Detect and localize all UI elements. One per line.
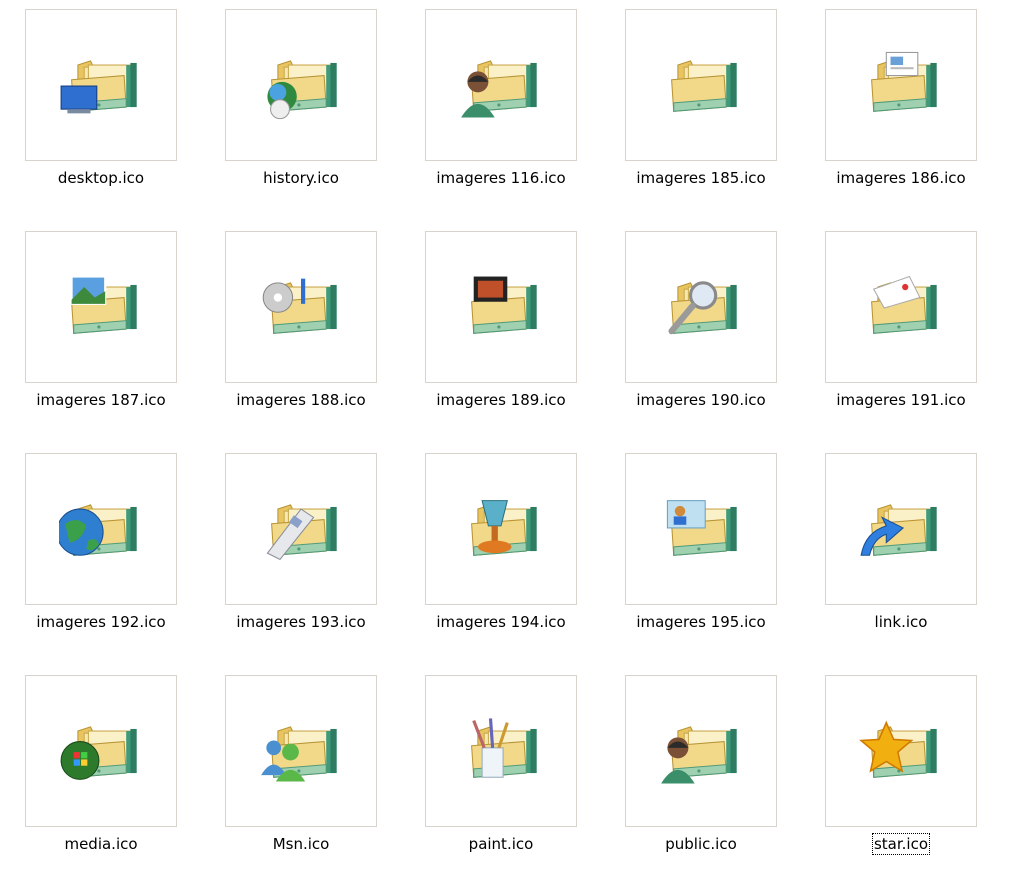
file-name-text: imageres 186.ico [836,169,966,187]
file-thumbnail[interactable] [425,453,577,605]
file-name-text: desktop.ico [57,169,145,187]
file-item[interactable]: imageres 191.ico [825,231,985,411]
file-thumbnail[interactable] [225,231,377,383]
file-name-text: imageres 194.ico [436,613,566,631]
file-item[interactable]: imageres 188.ico [225,231,385,411]
file-item[interactable]: history.ico [225,9,385,189]
file-name-text: imageres 188.ico [236,391,366,409]
file-thumbnail[interactable] [625,231,777,383]
file-item[interactable]: imageres 187.ico [25,231,185,411]
file-name-text: link.ico [874,613,928,631]
file-name-label: imageres 191.ico [810,391,992,409]
file-item[interactable]: paint.ico [425,675,585,855]
file-name-text: imageres 116.ico [436,169,566,187]
file-item[interactable]: public.ico [625,675,785,855]
file-name-text: imageres 190.ico [636,391,766,409]
file-item[interactable]: desktop.ico [25,9,185,189]
file-name-label: imageres 187.ico [10,391,192,409]
file-thumbnail[interactable] [25,9,177,161]
file-name-label: imageres 188.ico [210,391,392,409]
file-name-label: history.ico [210,169,392,187]
file-thumbnail[interactable] [625,453,777,605]
file-name-text: paint.ico [468,835,534,853]
file-thumbnail[interactable] [825,231,977,383]
file-item[interactable]: link.ico [825,453,985,633]
file-name-text: imageres 193.ico [236,613,366,631]
file-item[interactable]: imageres 116.ico [425,9,585,189]
file-name-label: public.ico [610,835,792,853]
file-thumbnail[interactable] [425,231,577,383]
file-name-label: imageres 185.ico [610,169,792,187]
file-name-label: imageres 116.ico [410,169,592,187]
file-item[interactable]: imageres 194.ico [425,453,585,633]
file-name-text: imageres 192.ico [36,613,166,631]
file-name-label: paint.ico [410,835,592,853]
file-name-text: Msn.ico [272,835,330,853]
file-item[interactable]: star.ico [825,675,985,855]
file-thumbnail[interactable] [225,9,377,161]
file-item[interactable]: media.ico [25,675,185,855]
file-item[interactable]: imageres 193.ico [225,453,385,633]
file-thumbnail[interactable] [825,453,977,605]
file-name-text: imageres 185.ico [636,169,766,187]
file-name-label: desktop.ico [10,169,192,187]
file-name-text: imageres 189.ico [436,391,566,409]
file-name-label: imageres 194.ico [410,613,592,631]
file-name-label: imageres 193.ico [210,613,392,631]
file-name-text: star.ico [871,833,931,855]
file-name-text: public.ico [665,835,737,853]
file-item[interactable]: imageres 190.ico [625,231,785,411]
file-item[interactable]: imageres 189.ico [425,231,585,411]
file-name-label: link.ico [810,613,992,631]
file-name-text: media.ico [64,835,138,853]
file-name-text: history.ico [263,169,339,187]
file-name-label: star.ico [810,833,992,855]
file-item[interactable]: imageres 185.ico [625,9,785,189]
file-name-label: imageres 192.ico [10,613,192,631]
file-thumbnail[interactable] [625,9,777,161]
file-thumbnail[interactable] [225,453,377,605]
file-thumbnail[interactable] [425,9,577,161]
file-name-label: media.ico [10,835,192,853]
file-name-text: imageres 191.ico [836,391,966,409]
file-thumbnail[interactable] [25,453,177,605]
file-thumbnail-grid: desktop.ico history.ico imageres 116.ico [0,0,1020,884]
file-name-label: imageres 190.ico [610,391,792,409]
file-item[interactable]: imageres 186.ico [825,9,985,189]
file-item[interactable]: Msn.ico [225,675,385,855]
file-name-label: imageres 189.ico [410,391,592,409]
file-name-label: Msn.ico [210,835,392,853]
file-item[interactable]: imageres 192.ico [25,453,185,633]
file-name-text: imageres 195.ico [636,613,766,631]
file-name-text: imageres 187.ico [36,391,166,409]
file-name-label: imageres 195.ico [610,613,792,631]
file-thumbnail[interactable] [25,231,177,383]
file-thumbnail[interactable] [825,9,977,161]
file-thumbnail[interactable] [25,675,177,827]
file-thumbnail[interactable] [825,675,977,827]
file-thumbnail[interactable] [225,675,377,827]
file-thumbnail[interactable] [625,675,777,827]
file-thumbnail[interactable] [425,675,577,827]
file-name-label: imageres 186.ico [810,169,992,187]
file-item[interactable]: imageres 195.ico [625,453,785,633]
